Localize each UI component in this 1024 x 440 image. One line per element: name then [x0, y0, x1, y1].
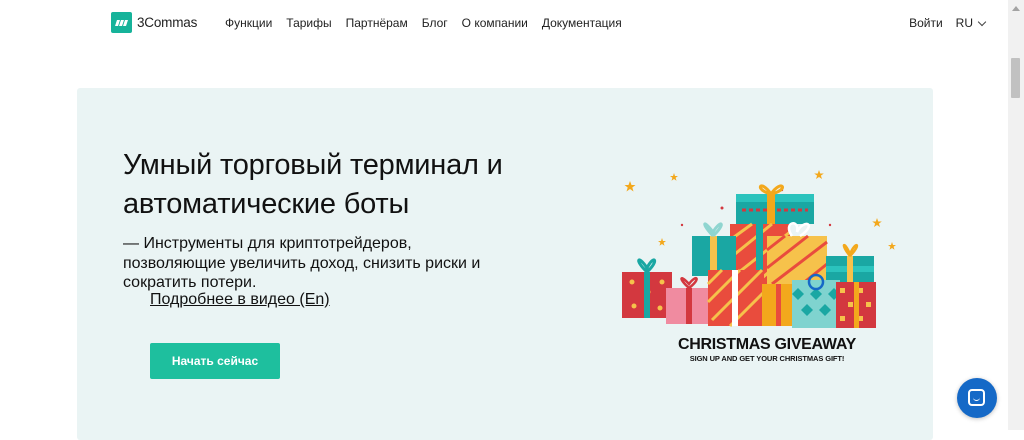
chat-widget-button[interactable] — [957, 378, 997, 418]
nav-item-pricing[interactable]: Тарифы — [286, 16, 331, 30]
nav-item-partners[interactable]: Партнёрам — [346, 16, 408, 30]
brand-name: 3Commas — [137, 15, 198, 30]
login-link[interactable]: Войти — [909, 16, 943, 30]
chevron-down-icon — [977, 17, 987, 26]
promo-subtitle: SIGN UP AND GET YOUR CHRISTMAS GIFT! — [689, 354, 845, 363]
nav-item-about[interactable]: О компании — [462, 16, 528, 30]
start-now-button[interactable]: Начать сейчас — [150, 343, 280, 379]
gifts-illustration-icon — [622, 170, 896, 328]
language-label: RU — [955, 16, 973, 30]
vertical-scrollbar[interactable] — [1008, 0, 1024, 430]
nav-item-features[interactable]: Функции — [225, 16, 272, 30]
header-actions: Войти RU — [909, 16, 987, 30]
language-selector[interactable]: RU — [955, 16, 987, 30]
video-link[interactable]: Подробнее в видео (En) — [150, 290, 330, 309]
hero-section: Умный торговый терминал и автоматические… — [77, 88, 933, 440]
scroll-up-arrow-icon[interactable] — [1012, 6, 1020, 11]
christmas-promo-banner[interactable]: CHRISTMAS GIVEAWAY SIGN UP AND GET YOUR … — [622, 170, 912, 370]
hero-description: — Инструменты для криптотрейдеров, позво… — [123, 235, 481, 291]
site-header: 3Commas Функции Тарифы Партнёрам Блог О … — [0, 0, 1008, 46]
hero-title: Умный торговый терминал и автоматические… — [123, 149, 503, 220]
nav-item-blog[interactable]: Блог — [422, 16, 448, 30]
chat-icon — [968, 389, 985, 406]
logo-mark-icon — [111, 12, 132, 33]
logo[interactable]: 3Commas — [111, 12, 197, 33]
scrollbar-thumb[interactable] — [1011, 58, 1020, 98]
promo-title: CHRISTMAS GIVEAWAY — [677, 336, 857, 353]
nav-item-docs[interactable]: Документация — [542, 16, 622, 30]
main-nav: Функции Тарифы Партнёрам Блог О компании… — [225, 16, 636, 30]
